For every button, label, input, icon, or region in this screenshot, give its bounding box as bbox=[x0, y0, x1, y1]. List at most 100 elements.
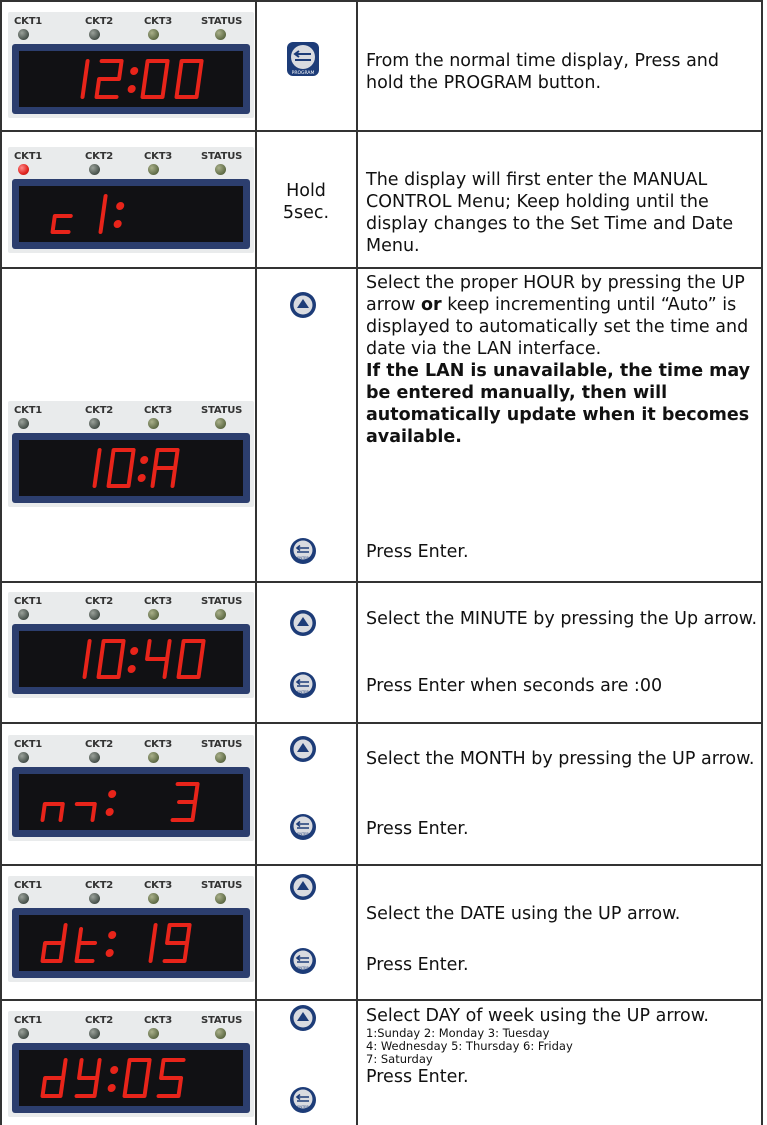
panel-label-status: STATUS bbox=[201, 405, 243, 416]
panel-label-status: STATUS bbox=[201, 596, 243, 607]
svg-text:ENTER: ENTER bbox=[297, 832, 309, 836]
panel-label-ckt2: CKT2 bbox=[85, 739, 114, 750]
step-7-enter-text: Press Enter. bbox=[366, 1067, 469, 1087]
step-6-enter-text: Press Enter. bbox=[366, 955, 469, 975]
status-led bbox=[215, 1028, 226, 1039]
step-4-text: Select the MINUTE by pressing the Up arr… bbox=[366, 609, 758, 629]
step-5-text: Select the MONTH by pressing the UP arro… bbox=[366, 749, 755, 769]
ckt1-led-lit bbox=[18, 164, 29, 175]
panel-label-ckt3: CKT3 bbox=[144, 739, 173, 750]
panel-label-ckt3: CKT3 bbox=[144, 880, 173, 891]
status-led bbox=[215, 893, 226, 904]
controller-panel: CKT1 CKT2 CKT3 STATUS bbox=[8, 12, 254, 118]
step-1-text: From the normal time display, Press and … bbox=[366, 51, 719, 93]
enter-button-icon: ENTER bbox=[288, 946, 318, 980]
controller-panel: CKT1 CKT2 CKT3 STATUS bbox=[8, 592, 254, 698]
ckt1-led bbox=[18, 1028, 29, 1039]
ckt3-led bbox=[148, 752, 159, 763]
up-arrow-button-icon bbox=[288, 872, 318, 906]
panel-label-ckt3: CKT3 bbox=[144, 151, 173, 162]
enter-button-icon: ENTER bbox=[288, 536, 318, 570]
status-led bbox=[215, 29, 226, 40]
ckt1-led bbox=[18, 29, 29, 40]
led-display bbox=[19, 631, 243, 687]
svg-text:ENTER: ENTER bbox=[297, 690, 309, 694]
enter-button-icon: ENTER bbox=[288, 812, 318, 846]
ckt2-led bbox=[89, 418, 100, 429]
panel-label-ckt1: CKT1 bbox=[14, 405, 43, 416]
svg-text:ENTER: ENTER bbox=[297, 1105, 309, 1109]
panel-label-status: STATUS bbox=[201, 16, 243, 27]
svg-text:ENTER: ENTER bbox=[297, 966, 309, 970]
ckt1-led bbox=[18, 609, 29, 620]
day-codes-line-3: 7: Saturday bbox=[366, 1052, 433, 1066]
led-display bbox=[19, 51, 243, 107]
panel-label-ckt2: CKT2 bbox=[85, 405, 114, 416]
svg-text:PROGRAM: PROGRAM bbox=[292, 70, 315, 76]
panel-label-ckt1: CKT1 bbox=[14, 1015, 43, 1026]
led-display bbox=[19, 774, 243, 830]
enter-button-icon: ENTER bbox=[288, 670, 318, 704]
ckt3-led bbox=[148, 609, 159, 620]
panel-label-ckt3: CKT3 bbox=[144, 16, 173, 27]
ckt3-led bbox=[148, 1028, 159, 1039]
ckt2-led bbox=[89, 29, 100, 40]
lan-note: If the LAN is unavailable, the time may … bbox=[366, 361, 751, 447]
led-display bbox=[19, 1050, 243, 1106]
ckt1-led bbox=[18, 893, 29, 904]
panel-label-status: STATUS bbox=[201, 1015, 243, 1026]
hold-duration: Hold 5sec. bbox=[282, 181, 330, 223]
ckt2-led bbox=[89, 164, 100, 175]
controller-panel: CKT1 CKT2 CKT3 STATUS bbox=[8, 876, 254, 982]
ckt1-led bbox=[18, 752, 29, 763]
panel-label-ckt2: CKT2 bbox=[85, 151, 114, 162]
up-arrow-button-icon bbox=[288, 734, 318, 768]
step-2-text: The display will first enter the MANUAL … bbox=[366, 170, 734, 256]
ckt1-led bbox=[18, 418, 29, 429]
up-arrow-button-icon bbox=[288, 1003, 318, 1037]
controller-panel: CKT1 CKT2 CKT3 STATUS bbox=[8, 147, 254, 253]
step-5-enter-text: Press Enter. bbox=[366, 819, 469, 839]
led-display bbox=[19, 915, 243, 971]
ckt2-led bbox=[89, 1028, 100, 1039]
ckt3-led bbox=[148, 29, 159, 40]
step-6-text: Select the DATE using the UP arrow. bbox=[366, 904, 681, 924]
panel-label-ckt1: CKT1 bbox=[14, 151, 43, 162]
led-display bbox=[19, 186, 243, 242]
ckt3-led bbox=[148, 418, 159, 429]
ckt2-led bbox=[89, 609, 100, 620]
panel-label-ckt1: CKT1 bbox=[14, 596, 43, 607]
controller-panel: CKT1 CKT2 CKT3 STATUS bbox=[8, 1011, 254, 1117]
ckt2-led bbox=[89, 752, 100, 763]
svg-text:ENTER: ENTER bbox=[297, 556, 309, 560]
panel-label-ckt1: CKT1 bbox=[14, 880, 43, 891]
program-enter-button-icon: PROGRAM bbox=[285, 40, 321, 84]
status-led bbox=[215, 418, 226, 429]
status-led bbox=[215, 609, 226, 620]
panel-label-ckt2: CKT2 bbox=[85, 880, 114, 891]
ckt3-led bbox=[148, 893, 159, 904]
status-led bbox=[215, 752, 226, 763]
panel-label-ckt1: CKT1 bbox=[14, 16, 43, 27]
controller-panel: CKT1 CKT2 CKT3 STATUS bbox=[8, 401, 254, 507]
up-arrow-button-icon bbox=[288, 608, 318, 642]
panel-label-ckt1: CKT1 bbox=[14, 739, 43, 750]
step-3-enter-text: Press Enter. bbox=[366, 542, 469, 562]
panel-label-ckt3: CKT3 bbox=[144, 1015, 173, 1026]
panel-label-status: STATUS bbox=[201, 739, 243, 750]
step-3-text: Select the proper HOUR by pressing the U… bbox=[366, 272, 758, 448]
up-arrow-button-icon bbox=[288, 290, 318, 324]
status-led bbox=[215, 164, 226, 175]
led-display bbox=[19, 440, 243, 496]
panel-label-ckt2: CKT2 bbox=[85, 1015, 114, 1026]
step-7-text: Select DAY of week using the UP arrow. 1… bbox=[366, 1005, 758, 1088]
panel-label-status: STATUS bbox=[201, 151, 243, 162]
controller-panel: CKT1 CKT2 CKT3 STATUS bbox=[8, 735, 254, 841]
step-4-enter-text: Press Enter when seconds are :00 bbox=[366, 676, 663, 696]
panel-label-ckt2: CKT2 bbox=[85, 16, 114, 27]
panel-label-ckt3: CKT3 bbox=[144, 596, 173, 607]
panel-label-status: STATUS bbox=[201, 880, 243, 891]
enter-button-icon: ENTER bbox=[288, 1085, 318, 1119]
panel-label-ckt2: CKT2 bbox=[85, 596, 114, 607]
panel-label-ckt3: CKT3 bbox=[144, 405, 173, 416]
